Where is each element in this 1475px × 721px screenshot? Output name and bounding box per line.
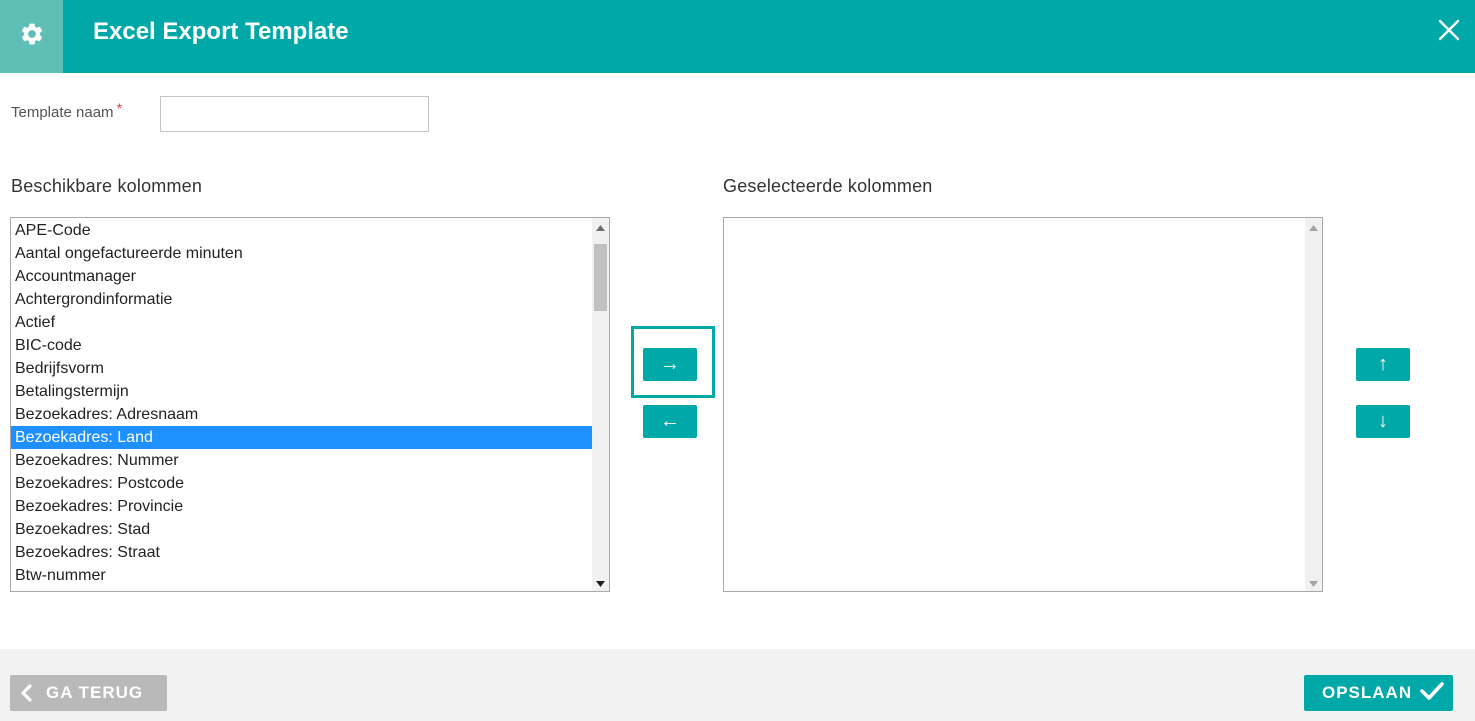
template-name-label-text: Template naam	[11, 104, 114, 121]
gear-icon	[19, 21, 45, 52]
dialog-header: Excel Export Template	[0, 0, 1475, 73]
dialog-title: Excel Export Template	[93, 18, 349, 45]
save-button[interactable]: OPSLAAN	[1304, 675, 1453, 711]
available-list-scrollbar[interactable]	[592, 218, 609, 591]
settings-button[interactable]	[0, 0, 63, 73]
save-button-label: OPSLAAN	[1322, 683, 1413, 702]
list-item[interactable]: Bezoekadres: Stad	[11, 518, 592, 541]
scroll-thumb[interactable]	[594, 244, 607, 311]
check-icon	[1420, 681, 1444, 706]
chevron-left-icon	[20, 684, 32, 702]
list-item[interactable]: Bezoekadres: Postcode	[11, 472, 592, 495]
remove-column-button[interactable]: ←	[643, 405, 697, 438]
triangle-up-icon	[1309, 218, 1318, 236]
dialog-footer	[0, 649, 1475, 721]
scroll-down-arrow[interactable]	[592, 574, 609, 591]
add-column-button[interactable]: →	[643, 348, 697, 381]
available-columns-items: APE-Code Aantal ongefactureerde minuten Ac…	[11, 218, 592, 591]
scroll-up-arrow[interactable]	[1305, 218, 1322, 235]
selected-columns-items	[724, 218, 1305, 591]
list-item[interactable]: Bezoekadres: Straat	[11, 541, 592, 564]
list-item[interactable]: Bedrijfsvorm	[11, 357, 592, 380]
list-item[interactable]: Betalingstermijn	[11, 380, 592, 403]
list-item[interactable]: Bezoekadres: Adresnaam	[11, 403, 592, 426]
move-down-button[interactable]: ↓	[1356, 405, 1410, 438]
close-button[interactable]	[1435, 16, 1463, 44]
selected-columns-heading: Geselecteerde kolommen	[723, 176, 933, 196]
list-item[interactable]: BIC-code	[11, 334, 592, 357]
triangle-up-icon	[596, 218, 605, 236]
list-item[interactable]: Accountmanager	[11, 265, 592, 288]
list-item[interactable]: Btw-nummer	[11, 564, 592, 587]
available-columns-list[interactable]: APE-Code Aantal ongefactureerde minuten Ac…	[10, 217, 610, 592]
selected-columns-list[interactable]	[723, 217, 1323, 592]
available-columns-heading: Beschikbare kolommen	[11, 176, 203, 196]
move-up-button[interactable]: ↑	[1356, 348, 1410, 381]
required-marker: *	[116, 100, 123, 116]
list-item[interactable]: Actief	[11, 311, 592, 334]
list-item[interactable]: Aantal ongefactureerde minuten	[11, 242, 592, 265]
list-item[interactable]: Achtergrondinformatie	[11, 288, 592, 311]
back-button[interactable]: GA TERUG	[10, 675, 167, 711]
scroll-down-arrow[interactable]	[1305, 574, 1322, 591]
list-item[interactable]: Bezoekadres: Land	[11, 426, 592, 449]
back-button-label: GA TERUG	[46, 683, 144, 702]
list-item[interactable]: APE-Code	[11, 219, 592, 242]
list-item[interactable]: Bezoekadres: Provincie	[11, 495, 592, 518]
triangle-down-icon	[596, 574, 605, 592]
list-item[interactable]: Bezoekadres: Nummer	[11, 449, 592, 472]
scroll-up-arrow[interactable]	[592, 218, 609, 235]
triangle-down-icon	[1309, 574, 1318, 592]
selected-list-scrollbar[interactable]	[1305, 218, 1322, 591]
close-icon	[1435, 19, 1463, 48]
template-name-label: Template naam *	[11, 100, 122, 121]
template-name-input[interactable]	[160, 96, 429, 132]
